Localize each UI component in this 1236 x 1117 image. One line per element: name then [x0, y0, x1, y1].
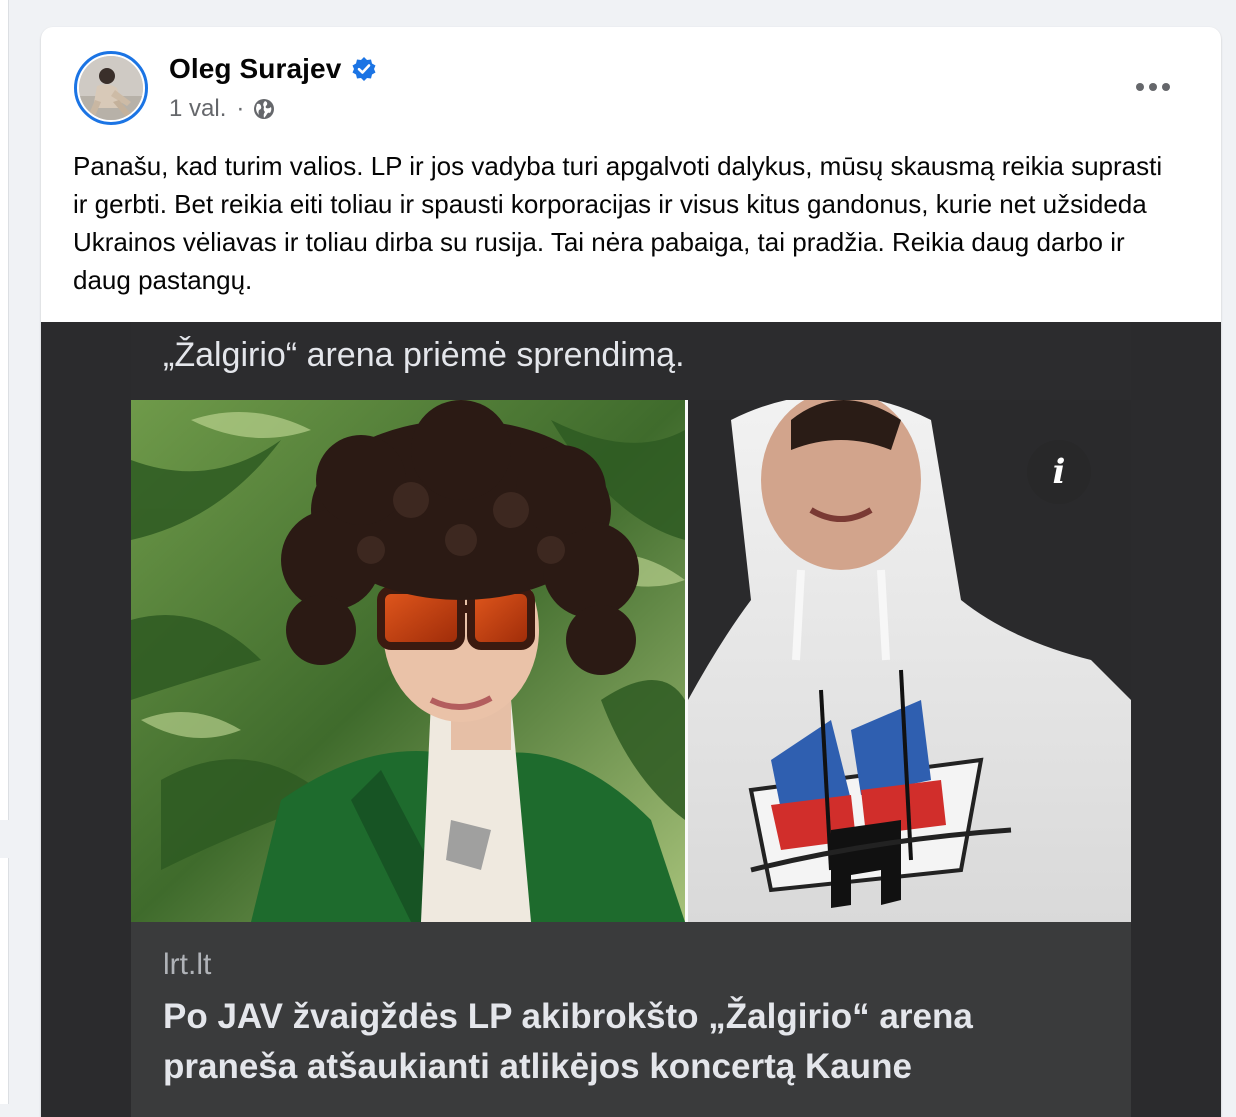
verified-badge-icon: [351, 56, 377, 82]
left-page-edge: [0, 0, 10, 1104]
more-options-icon: [1136, 83, 1170, 91]
post-meta: 1 val. ·: [169, 95, 276, 123]
post-header: Oleg Surajev 1 val. ·: [41, 27, 1221, 137]
screenshot-top-caption: „Žalgirio“ arena priėmė sprendimą.: [163, 336, 685, 374]
post-attachment[interactable]: „Žalgirio“ arena priėmė sprendimą. i lrt…: [41, 322, 1221, 1117]
author-line: Oleg Surajev: [169, 53, 377, 85]
feed-post: Oleg Surajev 1 val. · Panašu, kad turim …: [41, 27, 1221, 1117]
link-headline: Po JAV žvaigždės LP akibrokšto „Žalgirio…: [163, 997, 973, 1086]
info-icon[interactable]: i: [1027, 440, 1091, 504]
article-image-graphic: [131, 400, 1131, 922]
post-timestamp-link[interactable]: 1 val.: [169, 95, 226, 123]
meta-separator: ·: [236, 95, 245, 122]
screenshot-top-bar: „Žalgirio“ arena priėmė sprendimą.: [131, 322, 1131, 400]
globe-icon[interactable]: [252, 97, 276, 121]
left-panel-edge-top: [0, 0, 9, 820]
link-domain: lrt.lt: [163, 948, 212, 981]
shared-screenshot: „Žalgirio“ arena priėmė sprendimą. i lrt…: [131, 322, 1131, 1117]
post-body-text: Panašu, kad turim valios. LP ir jos vady…: [73, 151, 1163, 295]
more-options-button[interactable]: [1133, 71, 1173, 103]
link-preview-footer: lrt.lt Po JAV žvaigždės LP akibrokšto „Ž…: [131, 922, 1131, 1117]
left-panel-edge-bottom: [0, 858, 9, 1104]
avatar: [79, 56, 143, 120]
article-image: i: [131, 400, 1131, 922]
author-name-link[interactable]: Oleg Surajev: [169, 53, 341, 85]
avatar-photo: [79, 56, 143, 120]
author-avatar-button[interactable]: [74, 51, 148, 125]
